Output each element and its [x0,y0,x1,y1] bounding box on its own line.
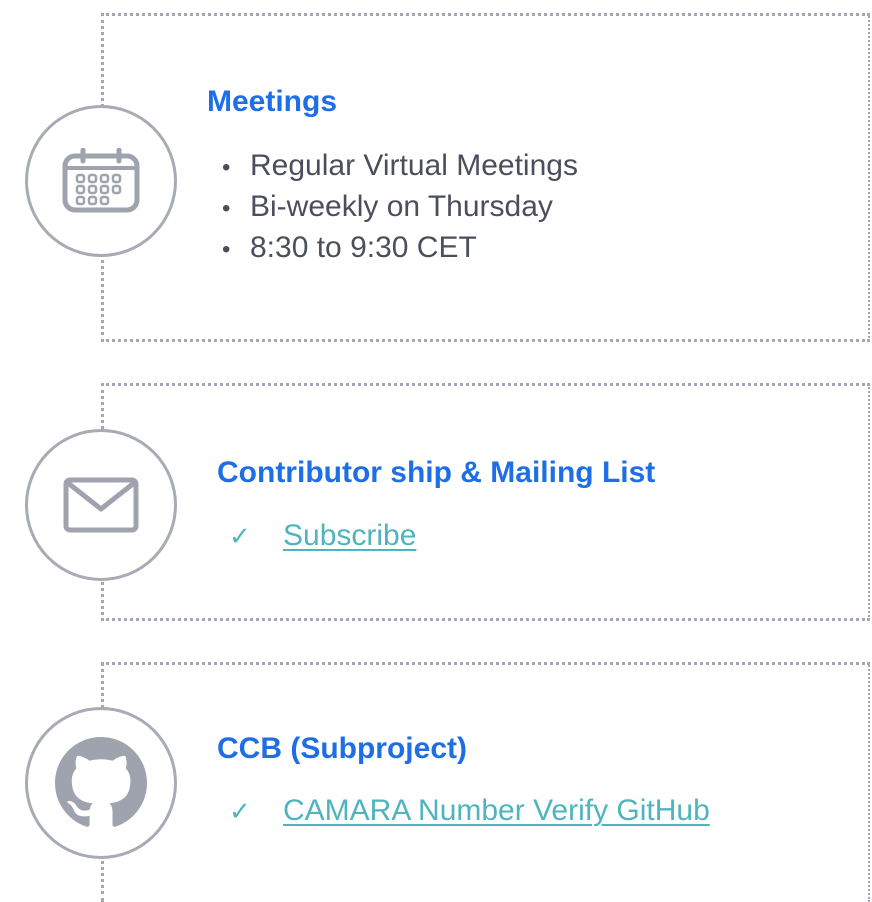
mailing-list-icon-badge [25,429,177,581]
ccb-title: CCB (Subproject) [217,732,467,765]
ccb-card [101,662,870,902]
camara-github-link[interactable]: CAMARA Number Verify GitHub [283,793,710,829]
bullet: • [222,154,231,181]
check-icon: ✓ [229,796,251,826]
subscribe-row: ✓ Subscribe [229,518,416,554]
github-icon [55,737,147,827]
meetings-title: Meetings [207,85,338,118]
list-item-text: Bi-weekly on Thursday [250,190,553,223]
list-item: • Regular Virtual Meetings [222,146,578,187]
mailing-list-title: Contributor ship & Mailing List [217,456,656,489]
list-item-text: Regular Virtual Meetings [250,149,578,182]
list-item: • 8:30 to 9:30 CET [222,228,578,269]
meetings-icon-badge [25,105,177,257]
bullet: • [222,236,231,263]
check-icon: ✓ [229,521,251,551]
calendar-icon [62,148,140,213]
list-item: • Bi-weekly on Thursday [222,187,578,228]
meetings-details-list: • Regular Virtual Meetings • Bi-weekly on … [222,146,578,269]
list-item-text: 8:30 to 9:30 CET [250,231,477,264]
ccb-icon-badge [25,707,177,859]
github-row: ✓ CAMARA Number Verify GitHub [229,793,710,829]
bullet: • [222,195,231,222]
mailing-list-card [101,383,870,621]
subscribe-link[interactable]: Subscribe [283,518,416,554]
envelope-icon [63,477,139,533]
